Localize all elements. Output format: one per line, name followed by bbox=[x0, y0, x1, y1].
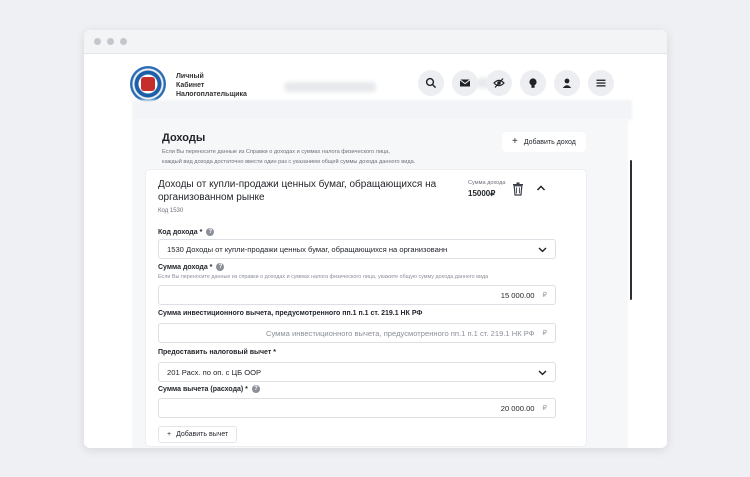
lightbulb-icon bbox=[529, 78, 537, 88]
chevron-down-icon bbox=[538, 370, 547, 376]
profile-button[interactable] bbox=[554, 70, 580, 96]
fns-logo-icon[interactable] bbox=[130, 66, 166, 102]
brand-name[interactable]: Личный Кабинет Налогоплательщика bbox=[176, 72, 247, 99]
invest-deduction-label-text: Сумма инвестиционного вычета, предусмотр… bbox=[158, 310, 423, 317]
messages-button[interactable] bbox=[452, 70, 478, 96]
deduction-sum-input-value: 20 000.00 bbox=[500, 403, 535, 413]
income-card-title: Доходы от купли-продажи ценных бумаг, об… bbox=[158, 179, 437, 203]
income-code-caption: Код 1530 bbox=[158, 208, 184, 214]
add-deduction-button[interactable]: + Добавить вычет bbox=[158, 426, 238, 443]
add-deduction-label: Добавить вычет bbox=[176, 431, 229, 438]
plus-icon: + bbox=[512, 136, 518, 147]
mail-icon bbox=[459, 79, 471, 87]
deduction-sum-input[interactable]: 20 000.00 ₽ bbox=[158, 398, 556, 418]
menu-icon bbox=[596, 79, 606, 87]
income-section: Доходы Если Вы переносите данные из Спра… bbox=[132, 120, 628, 448]
window-dot bbox=[120, 38, 127, 45]
window-titlebar bbox=[84, 30, 667, 54]
search-button[interactable] bbox=[418, 70, 444, 96]
help-icon[interactable]: ? bbox=[216, 263, 225, 271]
section-description-line: Если Вы переносите данные из Справки о д… bbox=[162, 149, 390, 155]
window-dot bbox=[94, 38, 101, 45]
trash-icon[interactable] bbox=[512, 182, 524, 196]
help-icon[interactable]: ? bbox=[251, 385, 260, 393]
income-code-value: 1530 Доходы от купли-продажи ценных бума… bbox=[167, 244, 448, 254]
emblem-icon bbox=[141, 77, 155, 91]
income-card: Доходы от купли-продажи ценных бумаг, об… bbox=[146, 170, 586, 446]
income-sum-label: Сумма дохода * ? bbox=[158, 263, 225, 271]
ruble-icon: ₽ bbox=[542, 330, 547, 337]
section-title: Доходы bbox=[162, 132, 206, 144]
section-description-line: каждый вид дохода достаточно ввести один… bbox=[162, 159, 416, 165]
ruble-icon: ₽ bbox=[542, 405, 547, 412]
chevron-up-icon[interactable] bbox=[536, 184, 546, 192]
invest-deduction-placeholder: Сумма инвестиционного вычета, предусмотр… bbox=[265, 328, 535, 338]
chevron-down-icon bbox=[538, 247, 547, 253]
add-income-label: Добавить доход bbox=[523, 138, 576, 146]
add-income-button[interactable]: + Добавить доход bbox=[502, 132, 586, 152]
deduction-sum-label: Сумма вычета (расхода) * ? bbox=[158, 385, 260, 393]
income-sum-hint: Если Вы переносите данные из справки о д… bbox=[158, 274, 489, 280]
invest-deduction-label: Сумма инвестиционного вычета, предусмотр… bbox=[158, 310, 422, 317]
eye-off-icon bbox=[493, 78, 505, 88]
income-sum-caption: Сумма дохода bbox=[468, 180, 506, 186]
plus-icon: + bbox=[167, 431, 172, 438]
tax-deduction-label: Предоставить налоговый вычет * bbox=[158, 349, 276, 356]
window-dot bbox=[107, 38, 114, 45]
income-code-label-text: Код дохода * bbox=[158, 228, 203, 236]
ruble-icon: ₽ bbox=[542, 292, 547, 299]
menu-button[interactable] bbox=[588, 70, 614, 96]
user-icon bbox=[562, 78, 572, 88]
search-icon bbox=[425, 77, 437, 89]
blurred-navigation bbox=[132, 100, 632, 120]
income-sum-value: 15000₽ bbox=[468, 189, 496, 198]
income-sum-input[interactable]: 15 000.00 ₽ bbox=[158, 285, 556, 305]
brand-line: Личный bbox=[176, 73, 204, 80]
brand-line: Кабинет bbox=[176, 82, 205, 89]
visibility-toggle-button[interactable] bbox=[486, 70, 512, 96]
brand-line: Налогоплательщика bbox=[176, 91, 247, 98]
tips-button[interactable] bbox=[520, 70, 546, 96]
tax-deduction-value: 201 Расх. по оп. с ЦБ ООР bbox=[167, 367, 262, 377]
income-sum-input-value: 15 000.00 bbox=[500, 290, 535, 300]
help-icon[interactable]: ? bbox=[206, 228, 215, 236]
tax-deduction-select[interactable]: 201 Расх. по оп. с ЦБ ООР bbox=[158, 362, 556, 382]
income-sum-label-text: Сумма дохода * bbox=[158, 263, 213, 271]
section-description: Если Вы переносите данные из Справки о д… bbox=[162, 147, 492, 167]
scrollbar[interactable] bbox=[630, 160, 632, 300]
tax-deduction-label-text: Предоставить налоговый вычет * bbox=[158, 349, 276, 356]
blurred-user-info bbox=[284, 82, 376, 92]
income-code-label: Код дохода * ? bbox=[158, 228, 215, 236]
income-code-select[interactable]: 1530 Доходы от купли-продажи ценных бума… bbox=[158, 239, 556, 259]
browser-window: Личный Кабинет Налогоплательщика Доходы … bbox=[84, 30, 667, 448]
deduction-sum-label-text: Сумма вычета (расхода) * bbox=[158, 385, 248, 393]
invest-deduction-input[interactable]: Сумма инвестиционного вычета, предусмотр… bbox=[158, 323, 556, 343]
